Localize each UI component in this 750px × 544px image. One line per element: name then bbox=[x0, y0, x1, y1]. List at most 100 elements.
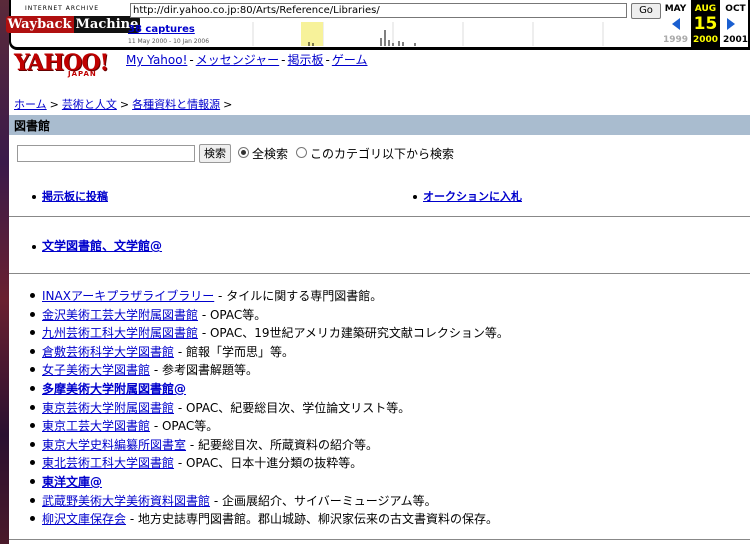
bullet-icon bbox=[30, 293, 35, 298]
nav-my-yahoo[interactable]: My Yahoo! bbox=[126, 53, 187, 67]
list-item: INAXアーキプラザライブラリー - タイルに関する専門図書館。 bbox=[30, 287, 745, 306]
nav-separator: - bbox=[281, 53, 286, 67]
search-input[interactable] bbox=[17, 145, 195, 162]
nav-games[interactable]: ゲーム bbox=[332, 53, 368, 67]
nav-separator: - bbox=[189, 53, 194, 67]
featured-category-link[interactable]: 文学図書館、文学館@ bbox=[42, 239, 162, 253]
bullet-icon bbox=[30, 497, 35, 503]
library-link[interactable]: 東京工芸大学図書館 bbox=[42, 419, 150, 433]
library-link[interactable]: 武蔵野美術大学美術資料図書館 bbox=[42, 494, 210, 508]
bullet-icon bbox=[30, 423, 35, 429]
bbs-post-link[interactable]: 掲示板に投稿 bbox=[42, 190, 108, 203]
bullet-icon bbox=[32, 195, 36, 199]
nav-bbs[interactable]: 掲示板 bbox=[288, 53, 324, 67]
library-description: - OPAC、19世紀アメリカ建築研究文献コレクション等。 bbox=[198, 326, 509, 341]
nav-separator: - bbox=[325, 53, 330, 67]
wayback-go-button[interactable]: Go bbox=[631, 3, 661, 19]
library-link[interactable]: 柳沢文庫保存会 bbox=[42, 512, 126, 526]
library-description: - タイルに関する専門図書館。 bbox=[214, 289, 383, 303]
library-link[interactable]: 多摩美術大学附属図書館@ bbox=[42, 382, 186, 396]
library-list: INAXアーキプラザライブラリー - タイルに関する専門図書館。 金沢美術工芸大学… bbox=[30, 287, 745, 529]
wayback-toolbar-body: INTERNET ARCHIVE Wayback Machine http://d… bbox=[5, 0, 750, 47]
prev-month-label: MAY bbox=[664, 4, 687, 14]
bullet-icon bbox=[30, 348, 35, 354]
library-description: - 参考図書解題等。 bbox=[150, 363, 258, 378]
desktop-edge bbox=[0, 0, 9, 544]
wayback-capture-sparkline[interactable] bbox=[243, 22, 661, 46]
library-link[interactable]: INAXアーキプラザライブラリー bbox=[42, 289, 214, 303]
wayback-logo-caption: INTERNET ARCHIVE bbox=[25, 5, 100, 12]
bullet-icon bbox=[30, 311, 35, 317]
featured-category: 文学図書館、文学館@ bbox=[32, 237, 162, 254]
title-bar: 図書館 bbox=[9, 115, 750, 135]
wayback-logo-part-1: Wayback bbox=[5, 15, 74, 33]
nav-messenger[interactable]: メッセンジャー bbox=[196, 53, 279, 67]
wayback-month-nav: MAY 1999 AUG 15 2000 OCT 2001 bbox=[661, 0, 750, 47]
list-item: 九州芸術工科大学附属図書館 - OPAC、19世紀アメリカ建築研究文献コレクショ… bbox=[30, 324, 745, 343]
divider bbox=[9, 273, 750, 274]
list-item: 女子美術大学図書館 - 参考図書解題等。 bbox=[30, 361, 745, 380]
breadcrumb-separator: > bbox=[119, 98, 130, 111]
library-link[interactable]: 東北芸術工科大学図書館 bbox=[42, 456, 174, 470]
library-description: - 館報「学而思」等。 bbox=[174, 344, 294, 359]
yahoo-japan-logo[interactable]: YAHOO! JAPAN bbox=[14, 50, 114, 80]
yahoo-logo-subtext: JAPAN bbox=[68, 70, 97, 78]
wayback-url-input[interactable]: http://dir.yahoo.co.jp:80/Arts/Reference… bbox=[130, 3, 627, 18]
next-month-label: OCT bbox=[725, 4, 746, 14]
wayback-date-range: 11 May 2000 - 10 Jan 2006 bbox=[128, 38, 210, 45]
library-description: - 企画展紹介、サイバーミュージアム等。 bbox=[210, 493, 437, 508]
library-description: - OPAC等。 bbox=[150, 419, 219, 434]
search-all-label: 全検索 bbox=[252, 147, 289, 161]
prev-year-label: 1999 bbox=[662, 35, 689, 45]
breadcrumb-arts[interactable]: 芸術と人文 bbox=[62, 98, 117, 111]
current-month-label: AUG bbox=[694, 4, 717, 14]
divider bbox=[9, 539, 750, 540]
bullet-icon bbox=[30, 330, 35, 336]
list-item: 多摩美術大学附属図書館@ bbox=[30, 380, 745, 399]
library-link[interactable]: 九州芸術工科大学附属図書館 bbox=[42, 326, 198, 340]
breadcrumb-home[interactable]: ホーム bbox=[14, 98, 47, 111]
library-link[interactable]: 女子美術大学図書館 bbox=[42, 363, 150, 377]
search-button[interactable]: 検索 bbox=[199, 144, 231, 163]
wayback-next-month[interactable]: OCT 2001 bbox=[721, 0, 750, 47]
breadcrumb-separator: > bbox=[223, 98, 233, 111]
list-item: 柳沢文庫保存会 - 地方史誌専門図書館。郡山城跡、柳沢家伝来の古文書資料の保存。 bbox=[30, 510, 745, 529]
bullet-icon bbox=[30, 404, 35, 410]
wayback-captures-link[interactable]: 38 captures bbox=[128, 24, 195, 35]
bullet-icon bbox=[30, 460, 35, 466]
library-description: - 地方史誌専門図書館。郡山城跡、柳沢家伝来の古文書資料の保存。 bbox=[126, 512, 498, 527]
wayback-logo[interactable]: Wayback Machine bbox=[5, 14, 141, 34]
library-link[interactable]: 東洋文庫@ bbox=[42, 475, 102, 489]
wayback-current-month: AUG 15 2000 bbox=[691, 0, 720, 47]
list-item: 東京大学史料編纂所図書室 - 紀要総目次、所蔵資料の紹介等。 bbox=[30, 436, 745, 455]
search-all-radio[interactable] bbox=[238, 147, 249, 158]
bullet-icon bbox=[30, 478, 35, 484]
auction-bid-link[interactable]: オークションに入札 bbox=[423, 190, 522, 203]
list-item: 東京工芸大学図書館 - OPAC等。 bbox=[30, 417, 745, 436]
current-day-label: 15 bbox=[693, 14, 718, 34]
search-category-radio[interactable] bbox=[296, 147, 307, 158]
library-link[interactable]: 東京芸術大学附属図書館 bbox=[42, 401, 174, 415]
bullet-icon bbox=[32, 244, 36, 249]
page-title: 図書館 bbox=[14, 119, 51, 133]
next-capture-arrow-icon[interactable] bbox=[727, 18, 735, 30]
bbs-post-item: 掲示板に投稿 bbox=[32, 188, 108, 204]
current-year-label: 2000 bbox=[692, 35, 719, 45]
breadcrumb-reference[interactable]: 各種資料と情報源 bbox=[132, 98, 220, 111]
library-description: - OPAC等。 bbox=[198, 307, 267, 322]
bullet-icon bbox=[30, 441, 35, 447]
auction-bid-item: オークションに入札 bbox=[413, 188, 522, 204]
library-link[interactable]: 倉敷芸術科学大学図書館 bbox=[42, 345, 174, 359]
list-item: 金沢美術工芸大学附属図書館 - OPAC等。 bbox=[30, 306, 745, 325]
library-description: - 紀要総目次、所蔵資料の紹介等。 bbox=[186, 437, 378, 452]
previous-capture-arrow-icon[interactable] bbox=[672, 18, 680, 30]
library-link[interactable]: 東京大学史料編纂所図書室 bbox=[42, 438, 186, 452]
search-category-label: このカテゴリ以下から検索 bbox=[310, 147, 455, 161]
bullet-icon bbox=[30, 385, 35, 391]
bullet-icon bbox=[413, 195, 417, 199]
list-item: 東北芸術工科大学図書館 - OPAC、日本十進分類の抜粋等。 bbox=[30, 454, 745, 473]
divider bbox=[9, 216, 750, 217]
library-link[interactable]: 金沢美術工芸大学附属図書館 bbox=[42, 308, 198, 322]
bullet-icon bbox=[30, 367, 35, 373]
list-item: 武蔵野美術大学美術資料図書館 - 企画展紹介、サイバーミュージアム等。 bbox=[30, 492, 745, 511]
